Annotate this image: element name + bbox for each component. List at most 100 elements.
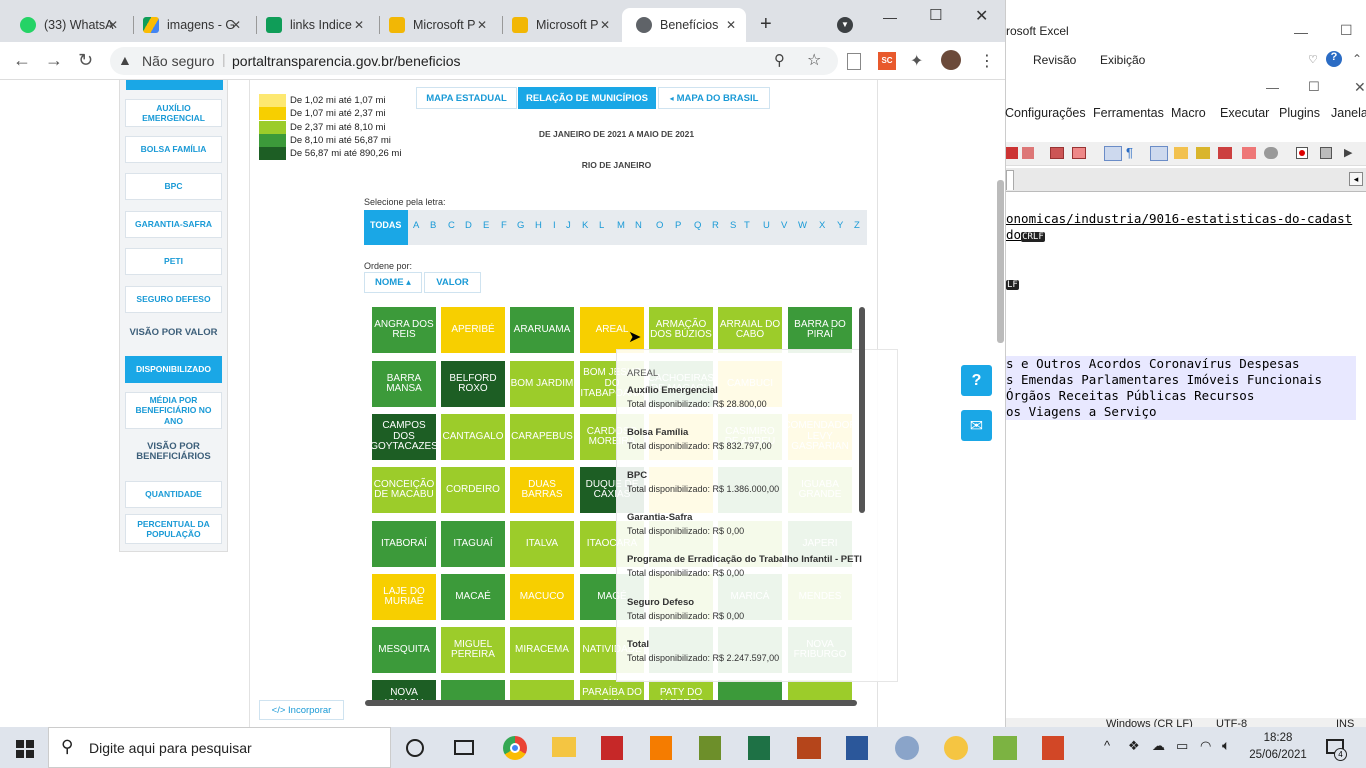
mail-icon[interactable]: ✉ [961, 410, 992, 441]
municipio-tile[interactable]: ITABORAÍ [372, 521, 436, 567]
municipio-tile[interactable]: CORDEIRO [441, 467, 505, 513]
letter-q[interactable]: Q [694, 220, 701, 231]
minimize-icon[interactable]: — [883, 9, 897, 25]
maximize-icon[interactable]: ☐ [1340, 22, 1353, 39]
municipio-tile[interactable] [510, 680, 574, 700]
letter-b[interactable]: B [430, 220, 436, 231]
cortana-icon[interactable] [406, 739, 424, 757]
omnibox[interactable]: ▲ Não seguro | portaltransparencia.gov.b… [110, 47, 838, 75]
municipio-tile[interactable] [718, 680, 782, 700]
tab-power-bi-1[interactable]: Microsoft P ✕ [375, 8, 497, 42]
maximize-icon[interactable]: ☐ [1308, 79, 1320, 95]
letter-x[interactable]: X [819, 220, 825, 231]
letter-v[interactable]: V [781, 220, 787, 231]
tab-mapa-estadual[interactable]: MAPA ESTADUAL [416, 87, 517, 109]
municipio-tile[interactable]: MACUCO [510, 574, 574, 620]
letter-k[interactable]: K [582, 220, 588, 231]
wrap-icon[interactable] [1104, 146, 1122, 161]
letter-f[interactable]: F [501, 220, 507, 231]
star-icon[interactable]: ☆ [807, 50, 821, 70]
volume-icon[interactable]: 🔈︎ [1222, 737, 1230, 754]
municipio-tile[interactable]: MACAÉ [441, 574, 505, 620]
excel-menu-exibicao[interactable]: Exibição [1100, 53, 1145, 67]
chevron-down-icon[interactable]: ⌃ [1352, 52, 1362, 66]
powerpoint-icon[interactable] [1042, 736, 1064, 760]
app-z-icon[interactable] [601, 736, 623, 760]
close-icon[interactable]: ✕ [600, 18, 610, 32]
pdf-app-icon[interactable] [650, 736, 672, 760]
municipio-tile[interactable]: ITAGUAÍ [441, 521, 505, 567]
sidebar-item-bpc[interactable]: BPC [125, 173, 222, 200]
sidebar-item-auxilio-emergencial[interactable]: AUXÍLIO EMERGENCIAL [125, 99, 222, 127]
letter-z[interactable]: Z [854, 220, 860, 231]
excel-menu-revisao[interactable]: Revisão [1033, 53, 1076, 67]
npp-menu-plugins[interactable]: Plugins [1279, 106, 1320, 120]
tab-search-icon[interactable]: ▼ [837, 17, 853, 33]
npp-menu-janela[interactable]: Janela [1331, 106, 1366, 120]
tab-scroll-left-icon[interactable]: ◂ [1349, 172, 1363, 186]
toolbar-icon[interactable] [1218, 147, 1232, 159]
grid-hscrollbar[interactable] [365, 700, 857, 706]
sidebar-item-peti[interactable]: PETI [125, 248, 222, 275]
help-icon[interactable]: ? [961, 365, 992, 396]
municipio-tile[interactable]: ARRAIAL DO CABO [718, 307, 782, 353]
tab-mapa-brasil[interactable]: ◂ MAPA DO BRASIL [658, 87, 770, 109]
letter-g[interactable]: G [517, 220, 524, 231]
sidebar-item-media-por-beneficiario-no-ano[interactable]: MÉDIA POR BENEFICIÁRIO NO ANO [125, 392, 222, 429]
municipio-tile[interactable]: BARRA MANSA [372, 361, 436, 407]
sidebar-item-bolsa-familia[interactable]: BOLSA FAMÍLIA [125, 136, 222, 163]
pilcrow-icon[interactable]: ¶ [1126, 145, 1133, 160]
battery-icon[interactable]: ▭ [1176, 738, 1188, 754]
municipio-tile[interactable]: BOM JARDIM [510, 361, 574, 407]
extension-sc-icon[interactable]: SC [878, 52, 896, 70]
toolbar-icon[interactable] [1264, 147, 1278, 159]
letter-l[interactable]: L [599, 220, 604, 231]
toolbar-icon[interactable] [1196, 147, 1210, 159]
security-label[interactable]: Não seguro [142, 53, 214, 69]
extensions-puzzle-icon[interactable]: ✦ [910, 51, 923, 71]
sidebar-item-garantia-safra[interactable]: GARANTIA-SAFRA [125, 211, 222, 238]
toolbar-icon[interactable] [1072, 147, 1086, 159]
municipio-tile[interactable]: MIRACEMA [510, 627, 574, 673]
npp-menu-executar[interactable]: Executar [1220, 106, 1269, 120]
npp-menu-ferramentas[interactable]: Ferramentas [1093, 106, 1164, 120]
tab-google-drive[interactable]: imagens - G ✕ [129, 8, 251, 42]
municipio-tile[interactable]: ARMAÇÃO DOS BÚZIOS [649, 307, 713, 353]
close-icon[interactable]: ✕ [108, 18, 118, 32]
npp-file-tab[interactable] [1006, 170, 1014, 190]
chart-app-icon[interactable] [699, 736, 721, 760]
municipio-tile[interactable]: ARARUAMA [510, 307, 574, 353]
letter-t[interactable]: T [744, 220, 750, 231]
emoji-app-icon[interactable] [944, 736, 968, 760]
municipio-tile[interactable] [788, 680, 852, 700]
close-icon[interactable]: ✕ [231, 18, 241, 32]
municipio-tile[interactable]: CANTAGALO [441, 414, 505, 460]
grid-scrollbar[interactable] [859, 307, 865, 513]
back-icon[interactable]: ← [13, 50, 31, 71]
municipio-tile[interactable]: ITALVA [510, 521, 574, 567]
letter-w[interactable]: W [798, 220, 807, 231]
windows-start-icon[interactable] [16, 740, 34, 758]
letter-n[interactable]: N [635, 220, 642, 231]
close-icon[interactable]: ✕ [477, 18, 487, 32]
maximize-icon[interactable]: ☐ [929, 6, 942, 24]
sidebar-item-disponibilizado[interactable]: DISPONIBILIZADO [125, 356, 222, 383]
tab-whatsapp[interactable]: (33) WhatsA ✕ [6, 8, 128, 42]
taskbar-search[interactable]: ⚲ Digite aqui para pesquisar [48, 727, 391, 768]
close-icon[interactable]: ✕ [975, 6, 988, 26]
help-icon[interactable]: ? [1326, 51, 1342, 67]
municipio-tile[interactable]: PATY DO ALFERES [649, 680, 713, 700]
municipio-tile[interactable] [441, 680, 505, 700]
toolbar-icon[interactable] [1006, 147, 1018, 159]
word-icon[interactable] [846, 736, 868, 760]
letter-u[interactable]: U [763, 220, 770, 231]
letter-a[interactable]: A [413, 220, 419, 231]
avatar[interactable] [941, 50, 961, 70]
municipio-tile[interactable]: ANGRA DOS REIS [372, 307, 436, 353]
wifi-icon[interactable]: ◠ [1200, 738, 1211, 754]
record-macro-icon[interactable] [1296, 147, 1308, 159]
letter-m[interactable]: M [617, 220, 625, 231]
letter-y[interactable]: Y [837, 220, 843, 231]
tab-beneficios[interactable]: Benefícios ✕ [622, 8, 746, 42]
toolbar-icon[interactable] [1022, 147, 1034, 159]
